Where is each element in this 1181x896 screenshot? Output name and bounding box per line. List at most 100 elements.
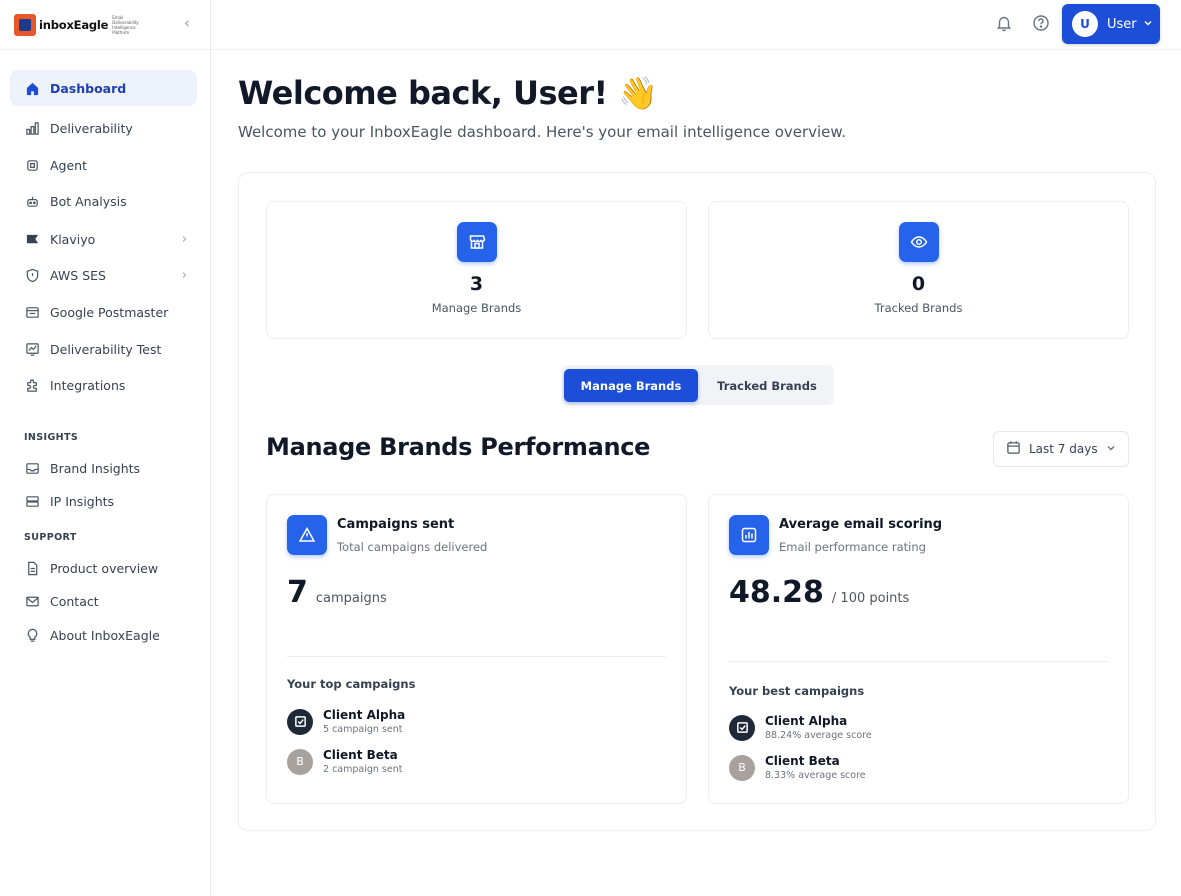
sidebar-item-integrations[interactable]: Integrations xyxy=(10,367,197,403)
sidebar-item-bot-analysis[interactable]: Bot Analysis xyxy=(10,183,197,219)
stat-value: 0 xyxy=(911,273,926,295)
mail-icon xyxy=(24,593,40,609)
user-menu-button[interactable]: U User xyxy=(1062,4,1160,44)
bell-icon[interactable] xyxy=(995,14,1013,32)
help-icon[interactable] xyxy=(1032,14,1050,32)
campaign-meta: 2 campaign sent xyxy=(323,764,403,775)
eye-icon xyxy=(898,222,939,262)
store-icon xyxy=(456,222,497,262)
campaign-name: Client Beta xyxy=(765,754,840,768)
stat-card-manage-brands[interactable]: 3 Manage Brands xyxy=(266,201,687,339)
date-range-value: Last 7 days xyxy=(1029,442,1098,456)
chevron-down-icon xyxy=(1143,18,1153,31)
chevron-right-icon: › xyxy=(181,267,187,283)
campaign-name: Client Alpha xyxy=(765,714,848,728)
chevron-right-icon: › xyxy=(181,231,187,247)
email-scoring-card: Average email scoring Email performance … xyxy=(708,494,1129,804)
avatar: B xyxy=(287,748,313,775)
sidebar-item-label: Deliverability Test xyxy=(50,341,162,357)
sidebar-item-label: Bot Analysis xyxy=(50,193,127,209)
campaign-meta: 5 campaign sent xyxy=(323,724,403,735)
metric-value: 7 xyxy=(287,575,308,610)
bar-chart-icon xyxy=(729,515,769,555)
campaigns-sent-card: Campaigns sent Total campaigns delivered… xyxy=(266,494,687,804)
top-bar: U User xyxy=(211,0,1181,50)
dashboard-panel: 3 Manage Brands 0 Tracked Brands Manage … xyxy=(238,172,1156,831)
card-title: Campaigns sent xyxy=(337,517,455,532)
page-subtitle: Welcome to your InboxEagle dashboard. He… xyxy=(238,123,847,141)
avatar: B xyxy=(729,754,755,781)
metric-unit: campaigns xyxy=(315,591,387,606)
tab-tracked-brands[interactable]: Tracked Brands xyxy=(702,369,832,402)
calendar-icon xyxy=(1006,440,1021,458)
stat-card-tracked-brands[interactable]: 0 Tracked Brands xyxy=(708,201,1129,339)
sidebar-item-label: Product overview xyxy=(50,560,159,576)
chip-icon xyxy=(24,157,40,173)
page-title: Welcome back, User! 👋 xyxy=(238,74,658,112)
sidebar-item-google-postmaster[interactable]: Google Postmaster xyxy=(10,294,197,330)
sidebar-item-label: Google Postmaster xyxy=(50,304,169,320)
chevron-down-icon xyxy=(1106,443,1116,456)
document-icon xyxy=(24,560,40,576)
divider xyxy=(287,656,666,657)
user-name: User xyxy=(1107,16,1137,32)
sidebar-item-agent[interactable]: Agent xyxy=(10,147,197,183)
sidebar-item-label: About InboxEagle xyxy=(50,627,160,643)
sidebar-item-label: Deliverability xyxy=(50,120,133,136)
metric-value-row: 7 campaigns xyxy=(287,575,387,610)
stat-value: 3 xyxy=(469,273,484,295)
shield-icon xyxy=(24,267,40,283)
flag-icon xyxy=(24,231,40,247)
list-item[interactable]: B Client Beta 8.33% average score xyxy=(729,754,866,781)
sidebar-item-contact[interactable]: Contact xyxy=(10,583,197,619)
stat-label: Tracked Brands xyxy=(874,301,963,315)
list-item[interactable]: Client Alpha 88.24% average score xyxy=(729,714,872,741)
sidebar-item-aws-ses[interactable]: AWS SES › xyxy=(10,257,197,293)
collapse-sidebar-button[interactable]: ‹ xyxy=(179,14,195,32)
card-subtitle: Total campaigns delivered xyxy=(337,540,488,554)
puzzle-icon xyxy=(24,377,40,393)
list-item[interactable]: Client Alpha 5 campaign sent xyxy=(287,708,405,735)
brand-view-toggle: Manage Brands Tracked Brands xyxy=(562,365,834,405)
sidebar-item-label: Brand Insights xyxy=(50,460,141,476)
sidebar-item-about[interactable]: About InboxEagle xyxy=(10,617,197,653)
metric-value: 48.28 xyxy=(729,575,824,610)
sidebar-item-product-overview[interactable]: Product overview xyxy=(10,550,197,586)
section-title: Manage Brands Performance xyxy=(266,433,651,461)
inbox-icon xyxy=(24,460,40,476)
metric-value-row: 48.28 / 100 points xyxy=(729,575,909,610)
bar-chart-icon xyxy=(24,120,40,136)
sidebar-item-brand-insights[interactable]: Brand Insights xyxy=(10,450,197,486)
sidebar-item-deliverability[interactable]: Deliverability xyxy=(10,110,197,146)
metric-unit: / 100 points xyxy=(831,591,910,606)
sidebar-item-dashboard[interactable]: Dashboard xyxy=(10,70,197,106)
card-subtitle: Email performance rating xyxy=(779,540,926,554)
check-icon xyxy=(287,708,313,735)
campaign-meta: 8.33% average score xyxy=(765,770,866,781)
sidebar-item-label: IP Insights xyxy=(50,493,115,509)
campaign-name: Client Alpha xyxy=(323,708,406,722)
date-range-select[interactable]: Last 7 days xyxy=(993,431,1129,467)
server-icon xyxy=(24,493,40,509)
sidebar-item-label: Contact xyxy=(50,593,99,609)
sidebar-item-label: Klaviyo xyxy=(50,231,96,247)
sidebar-item-label: AWS SES xyxy=(50,267,106,283)
mailbox-icon xyxy=(24,304,40,320)
sidebar-item-ip-insights[interactable]: IP Insights xyxy=(10,483,197,519)
list-title: Your top campaigns xyxy=(287,677,416,691)
home-icon xyxy=(24,80,40,96)
tab-manage-brands[interactable]: Manage Brands xyxy=(564,369,698,402)
sidebar-item-deliverability-test[interactable]: Deliverability Test xyxy=(10,331,197,367)
list-item[interactable]: B Client Beta 2 campaign sent xyxy=(287,748,402,775)
section-label-support: SUPPORT xyxy=(24,532,77,543)
section-label-insights: INSIGHTS xyxy=(24,432,79,443)
campaign-name: Client Beta xyxy=(323,748,398,762)
sidebar-item-klaviyo[interactable]: Klaviyo › xyxy=(10,221,197,257)
bot-icon xyxy=(24,193,40,209)
sidebar: inboxEagle Email Deliverability Intellig… xyxy=(0,0,211,896)
logo-text: inboxEagle xyxy=(39,17,109,32)
sidebar-item-label: Agent xyxy=(50,157,87,173)
divider xyxy=(729,661,1108,662)
sidebar-item-label: Dashboard xyxy=(50,80,127,96)
campaign-meta: 88.24% average score xyxy=(765,730,872,741)
